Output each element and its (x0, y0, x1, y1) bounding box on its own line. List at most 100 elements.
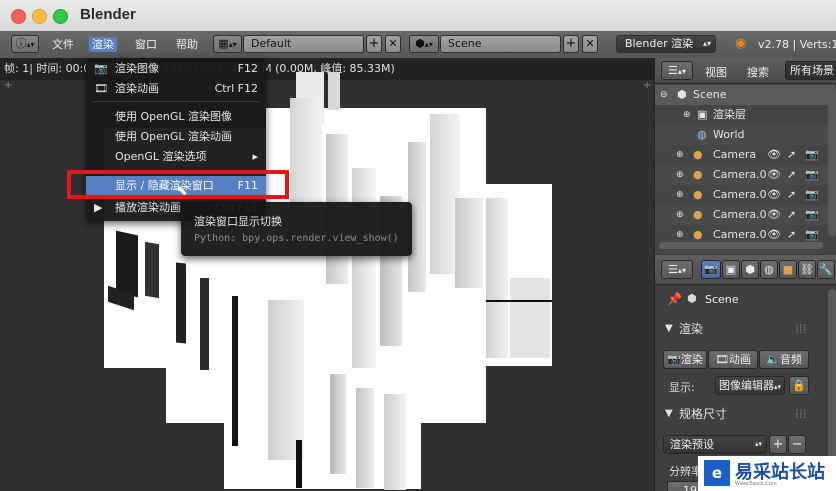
outliner-icon: ☰ (668, 64, 678, 77)
remove-preset-button[interactable]: − (788, 435, 806, 454)
panel-collapse-icon: ▼ (665, 408, 673, 419)
expand-icon[interactable]: ⊕ (676, 145, 684, 165)
render-tab-camera-icon[interactable]: 📷 (701, 260, 721, 279)
screen-layout-selector[interactable]: ▦▴▾ (213, 35, 242, 53)
render-camera-icon[interactable]: 📷 (805, 185, 819, 205)
display-dropdown[interactable]: 图像编辑器▴▾ (715, 376, 785, 395)
cursor-select-icon[interactable]: ➚ (787, 205, 796, 225)
render-object (232, 296, 238, 446)
eye-icon[interactable]: 👁 (767, 185, 781, 205)
drag-handle-icon[interactable]: ⁞⁞⁞ (795, 403, 806, 425)
cursor-select-icon[interactable]: ➚ (787, 165, 796, 185)
tooltip-title: 渲染窗口显示切换 (194, 215, 282, 228)
world-tab-icon[interactable]: ◍ (760, 260, 778, 279)
remove-scene-button[interactable]: ✕ (582, 35, 598, 53)
scene-field[interactable]: Scene (440, 35, 561, 53)
outliner-row-world[interactable]: ◍ World (655, 125, 835, 145)
collapse-icon[interactable]: ⊖ (660, 85, 668, 105)
render-camera-icon[interactable]: 📷 (805, 165, 819, 185)
menu-item-opengl-render-options[interactable]: OpenGL 渲染选项 ▸ (86, 147, 266, 166)
add-preset-button[interactable]: + (769, 435, 787, 454)
render-animation-button[interactable]: 🎞动画 (708, 350, 758, 369)
corner-widget-icon[interactable]: + (4, 80, 12, 91)
render-object (145, 241, 159, 299)
minimize-window-button[interactable] (32, 9, 47, 24)
outliner-view-menu[interactable]: 视图 (705, 64, 727, 80)
corner-widget-icon[interactable]: + (643, 80, 651, 91)
watermark-subtext: Www.Easck.Com (735, 481, 777, 487)
outliner-editor-type-button[interactable]: ☰▴▾ (661, 61, 693, 80)
properties-editor-type-button[interactable]: ☰▴▾ (661, 260, 693, 279)
render-camera-icon[interactable]: 📷 (805, 145, 819, 165)
render-image-button[interactable]: 📷渲染 (663, 350, 707, 369)
outliner-vertical-scrollbar[interactable] (828, 86, 836, 236)
render-engine-dropdown[interactable]: Blender 渲染 ▴▾ (616, 35, 716, 53)
scene-selector[interactable]: ⬢▴▾ (409, 35, 439, 53)
outliner-row-camera[interactable]: ⊕ ● Camera.0 👁 ➚ 📷 (655, 165, 835, 185)
zoom-window-button[interactable] (53, 9, 68, 24)
outliner-panel: ☰▴▾ 视图 搜索 所有场景 ⊖ ⬢ Scene ⊕ ▣ 渲染层 ◍ World… (654, 58, 836, 254)
render-object (200, 278, 209, 370)
drag-handle-icon[interactable]: ⁞⁞⁞ (795, 318, 806, 340)
render-panel-header[interactable]: ▼ 渲染 ⁞⁞⁞ (655, 318, 825, 340)
menu-item-opengl-render-animation[interactable]: 使用 OpenGL 渲染动画 (86, 127, 266, 146)
outliner-row-render-layers[interactable]: ⊕ ▣ 渲染层 (655, 105, 835, 125)
outliner-row-camera[interactable]: ⊕ ● Camera 👁 ➚ 📷 (655, 145, 835, 165)
menu-item-render-image[interactable]: 📷 渲染图像 F12 (86, 59, 266, 78)
render-object (455, 198, 483, 288)
render-gap (421, 423, 491, 491)
expand-icon[interactable]: ⊕ (676, 165, 684, 185)
menu-render[interactable]: 渲染 (89, 37, 117, 52)
render-object (296, 440, 302, 488)
screen-layout-field[interactable]: Default (243, 35, 364, 53)
cursor-select-icon[interactable]: ➚ (787, 145, 796, 165)
render-object (352, 168, 376, 368)
render-gap (166, 423, 224, 491)
display-label: 显示: (669, 381, 695, 394)
camera-object-icon: ● (693, 208, 703, 221)
properties-vertical-scrollbar[interactable] (828, 289, 836, 479)
menu-help[interactable]: 帮助 (173, 37, 201, 52)
mouse-cursor-icon: ⬉ (176, 183, 188, 199)
cursor-select-icon[interactable]: ➚ (787, 185, 796, 205)
object-tab-icon[interactable]: ■ (779, 260, 797, 279)
remove-screen-button[interactable]: ✕ (385, 35, 401, 53)
outliner-horizontal-scrollbar[interactable] (659, 242, 823, 249)
lock-interface-icon[interactable]: 🔒 (789, 376, 809, 395)
dimensions-panel-header[interactable]: ▼ 规格尺寸 ⁞⁞⁞ (655, 403, 825, 425)
expand-icon[interactable]: ⊕ (676, 205, 684, 225)
play-icon: ▶ (94, 201, 103, 214)
scene-context-label: Scene (705, 293, 739, 306)
render-object (328, 72, 340, 110)
render-audio-button[interactable]: 🔈音频 (759, 350, 809, 369)
outliner-search-menu[interactable]: 搜索 (747, 64, 769, 80)
render-layers-tab-icon[interactable]: ▣ (722, 260, 740, 279)
render-object (356, 388, 374, 488)
menu-item-opengl-render-image[interactable]: 使用 OpenGL 渲染图像 (86, 107, 266, 126)
pin-icon[interactable]: 📌 (667, 292, 682, 306)
modifiers-tab-icon[interactable]: 🔧 (817, 260, 835, 279)
add-scene-button[interactable]: + (563, 35, 579, 53)
menu-item-render-animation[interactable]: 🎞 渲染动画 Ctrl F12 (86, 79, 266, 98)
constraints-tab-icon[interactable]: ⛓ (798, 260, 816, 279)
expand-icon[interactable]: ⊕ (676, 185, 684, 205)
expand-icon[interactable]: ⊕ (683, 105, 691, 125)
render-preset-dropdown[interactable]: 渲染预设 ▴▾ (663, 435, 767, 454)
render-camera-icon[interactable]: 📷 (805, 205, 819, 225)
eye-icon[interactable]: 👁 (767, 165, 781, 185)
camera-icon: 📷 (94, 62, 108, 75)
info-icon: ⓘ (15, 37, 27, 50)
outliner-row-camera[interactable]: ⊕ ● Camera.0 👁 ➚ 📷 (655, 185, 835, 205)
eye-icon[interactable]: 👁 (767, 145, 781, 165)
menu-file[interactable]: 文件 (49, 37, 77, 52)
eye-icon[interactable]: 👁 (767, 205, 781, 225)
outliner-row-scene[interactable]: ⊖ ⬢ Scene (655, 85, 835, 105)
add-screen-button[interactable]: + (366, 35, 382, 53)
outliner-row-camera[interactable]: ⊕ ● Camera.0 👁 ➚ 📷 (655, 205, 835, 225)
menu-window[interactable]: 窗口 (132, 37, 160, 52)
layout-grid-icon: ▦ (218, 37, 229, 50)
outliner-display-mode-dropdown[interactable]: 所有场景 (785, 61, 836, 80)
editor-type-button[interactable]: ⓘ▴▾ (11, 35, 39, 53)
close-window-button[interactable] (11, 9, 26, 24)
scene-tab-icon[interactable]: ⬢ (741, 260, 759, 279)
